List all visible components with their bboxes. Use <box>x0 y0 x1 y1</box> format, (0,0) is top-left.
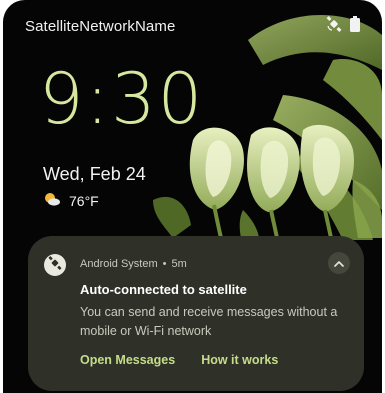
notification-app-icon <box>44 254 66 276</box>
carrier-name: SatelliteNetworkName <box>25 18 176 35</box>
status-icons <box>326 16 360 37</box>
notification-age: 5m <box>171 258 187 270</box>
satellite-notification[interactable]: Android System • 5m Auto-connected to sa… <box>28 236 364 391</box>
notification-actions: Open Messages How it works <box>80 353 278 367</box>
notification-body: You can send and receive messages withou… <box>80 305 338 338</box>
weather-widget[interactable]: 76°F <box>43 192 99 209</box>
notification-expand-button[interactable] <box>328 252 350 274</box>
notification-separator: • <box>162 258 167 270</box>
battery-icon <box>350 16 360 37</box>
satellite-icon <box>48 255 62 275</box>
notification-header: Android System • 5m <box>80 258 187 270</box>
lock-screen: SatelliteNetworkName 9:30 Wed, Feb 24 76… <box>3 0 382 393</box>
open-messages-button[interactable]: Open Messages <box>80 353 175 367</box>
notification-title: Auto-connected to satellite <box>80 282 247 297</box>
lockscreen-date: Wed, Feb 24 <box>43 164 146 184</box>
partly-sunny-icon <box>43 192 61 209</box>
status-bar: SatelliteNetworkName <box>3 0 382 44</box>
satellite-icon <box>326 16 342 37</box>
lockscreen-clock: 9:30 <box>39 58 205 140</box>
how-it-works-button[interactable]: How it works <box>201 353 278 367</box>
chevron-up-icon <box>334 254 344 272</box>
weather-temperature: 76°F <box>69 192 99 209</box>
notification-app-name: Android System <box>80 258 158 270</box>
